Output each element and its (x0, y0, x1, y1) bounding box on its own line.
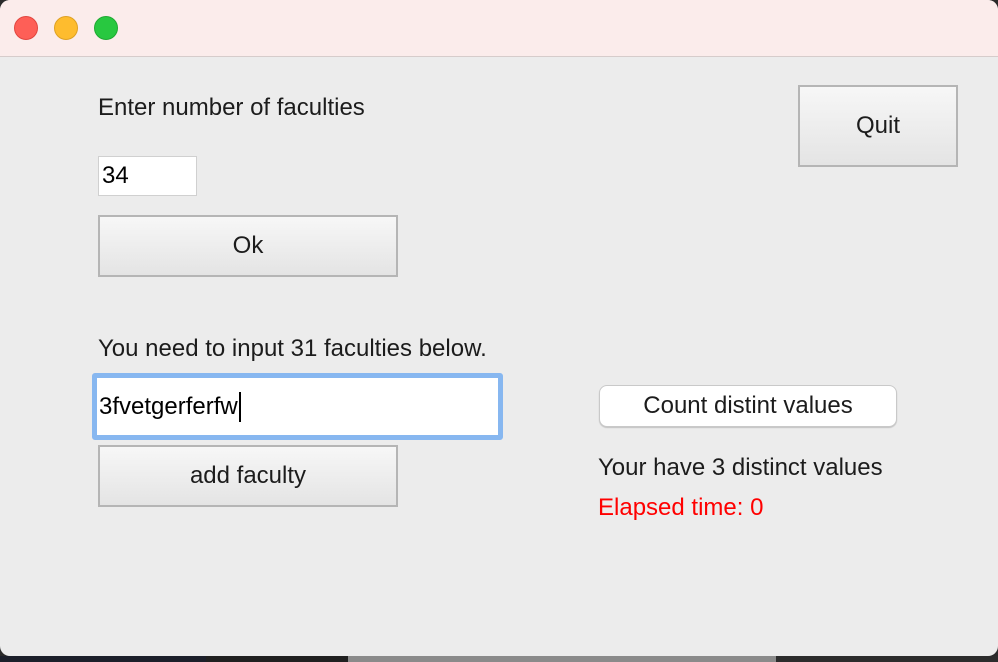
add-faculty-button[interactable]: add faculty (98, 445, 398, 507)
count-distinct-button[interactable]: Count distint values (599, 385, 897, 427)
remaining-faculties-label: You need to input 31 faculties below. (98, 335, 487, 362)
titlebar (0, 0, 998, 57)
zoom-window-button[interactable] (94, 16, 118, 40)
faculty-name-value: 3fvetgerferfw (99, 392, 238, 420)
close-window-button[interactable] (14, 16, 38, 40)
app-window: Enter number of faculties Quit 34 Ok You… (0, 0, 998, 656)
minimize-window-button[interactable] (54, 16, 78, 40)
faculty-name-input[interactable]: 3fvetgerferfw (92, 373, 503, 440)
text-caret (238, 391, 241, 422)
ok-button[interactable]: Ok (98, 215, 398, 277)
quit-button[interactable]: Quit (798, 85, 958, 167)
desktop-taskbar-strip (0, 656, 998, 662)
distinct-result-label: Your have 3 distinct values (598, 454, 883, 481)
faculty-count-value: 34 (102, 162, 129, 189)
faculty-count-label: Enter number of faculties (98, 94, 365, 121)
faculty-count-input[interactable]: 34 (98, 156, 197, 196)
elapsed-time-label: Elapsed time: 0 (598, 494, 764, 521)
